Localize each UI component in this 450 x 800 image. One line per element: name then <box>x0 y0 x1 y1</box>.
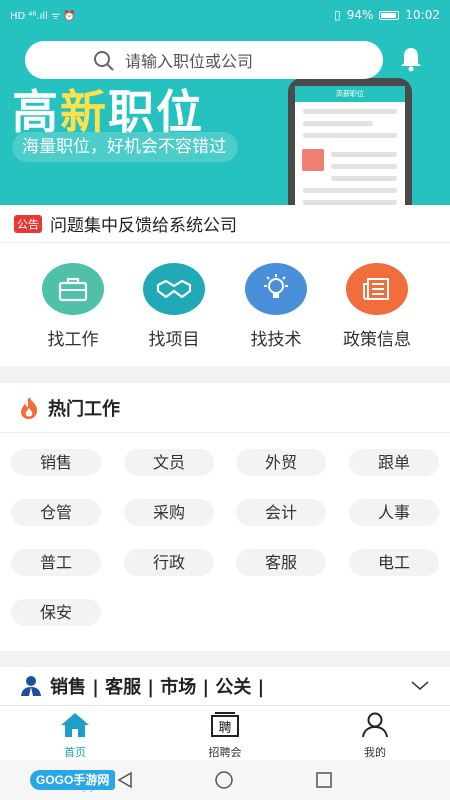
job-tag[interactable]: 销售 <box>11 449 101 476</box>
job-tag[interactable]: 采购 <box>124 499 214 526</box>
job-tag[interactable]: 外贸 <box>236 449 326 476</box>
announcement-badge: 公告 <box>14 214 42 233</box>
job-tag[interactable]: 电工 <box>349 549 439 576</box>
quick-label: 政策信息 <box>343 330 411 350</box>
status-icons: HD ⁴⁶.ıll ᯤ ⏰ <box>10 8 76 22</box>
job-tag[interactable]: 文员 <box>124 449 214 476</box>
top-banner[interactable]: HD ⁴⁶.ıll ᯤ ⏰ ▯ 94% 10:02 高新职位 海量职位，好机会不… <box>0 0 450 205</box>
battery-icon <box>379 10 400 20</box>
phone-header: 高薪职位 <box>295 86 405 102</box>
recruit-icon: 聘 <box>211 712 239 737</box>
handshake-icon <box>143 263 205 315</box>
announcement-bar[interactable]: 公告 问题集中反馈给系统公司 <box>0 205 450 243</box>
quick-find-project[interactable]: 找项目 <box>124 263 224 350</box>
quick-label: 找技术 <box>250 330 302 350</box>
home-icon <box>61 713 89 737</box>
recents-icon[interactable] <box>315 771 333 789</box>
quick-find-tech[interactable]: 找技术 <box>226 263 326 350</box>
quick-find-job[interactable]: 找工作 <box>23 263 123 350</box>
tab-label: 招聘会 <box>208 746 242 759</box>
job-tag[interactable]: 仓管 <box>11 499 101 526</box>
briefcase-icon <box>42 263 104 315</box>
tab-profile[interactable]: 我的 <box>325 712 425 760</box>
banner-subtitle: 海量职位，好机会不容错过 <box>12 132 238 162</box>
quick-entry-grid: 找工作 找项目 找技术 政策信息 <box>0 243 450 366</box>
system-navigation-bar: GOGO手游网 www.gogo.cn <box>0 760 450 800</box>
category-text: 销售 | 客服 | 市场 | 公关 | <box>50 677 265 698</box>
tab-label: 首页 <box>64 746 86 759</box>
phone-illustration: 高薪职位 <box>288 78 412 205</box>
job-tag[interactable]: 普工 <box>11 549 101 576</box>
job-tag[interactable]: 人事 <box>349 499 439 526</box>
hot-jobs-section: 热门工作 销售 文员 外贸 跟单 仓管 采购 会计 人事 普工 行政 客服 电工… <box>0 383 450 651</box>
search-icon <box>94 51 114 71</box>
hot-jobs-title: 热门工作 <box>48 398 120 420</box>
back-icon[interactable] <box>116 771 134 789</box>
fire-icon <box>21 396 38 419</box>
job-tag[interactable]: 跟单 <box>349 449 439 476</box>
battery-percent: 94% <box>346 8 374 22</box>
tab-label: 我的 <box>364 746 386 759</box>
newspaper-icon <box>346 263 408 315</box>
hot-jobs-header: 热门工作 <box>0 383 450 433</box>
job-tag[interactable]: 客服 <box>236 549 326 576</box>
quick-label: 找项目 <box>148 330 200 350</box>
user-icon <box>362 712 388 738</box>
category-filter[interactable]: 销售 | 客服 | 市场 | 公关 | <box>0 667 450 705</box>
search-input[interactable]: 请输入职位或公司 <box>25 41 383 79</box>
search-placeholder: 请输入职位或公司 <box>125 52 254 71</box>
network-status-icons: HD ⁴⁶.ıll ᯤ ⏰ <box>10 11 76 22</box>
quick-label: 找工作 <box>47 330 99 350</box>
watermark-sub: www.gogo.cn <box>66 785 106 792</box>
vibrate-icon: ▯ <box>334 8 341 22</box>
lightbulb-icon <box>245 263 307 315</box>
watermark-logo: GOGO手游网 www.gogo.cn <box>30 768 116 792</box>
bottom-tab-bar: 首页 聘 招聘会 我的 <box>0 705 450 760</box>
job-tag[interactable]: 会计 <box>236 499 326 526</box>
clock: 10:02 <box>405 8 440 22</box>
chevron-down-icon[interactable] <box>410 679 430 693</box>
person-icon <box>21 676 41 696</box>
job-tag[interactable]: 保安 <box>11 599 101 626</box>
tab-job-fair[interactable]: 聘 招聘会 <box>175 712 275 760</box>
job-tag[interactable]: 行政 <box>124 549 214 576</box>
tab-home[interactable]: 首页 <box>25 712 125 760</box>
recruit-icon-text: 聘 <box>218 721 231 736</box>
status-bar: HD ⁴⁶.ıll ᯤ ⏰ ▯ 94% 10:02 <box>0 0 450 30</box>
bell-icon[interactable] <box>397 45 425 73</box>
home-nav-icon[interactable] <box>214 770 234 790</box>
quick-policy-info[interactable]: 政策信息 <box>327 263 427 350</box>
announcement-text: 问题集中反馈给系统公司 <box>50 216 237 236</box>
